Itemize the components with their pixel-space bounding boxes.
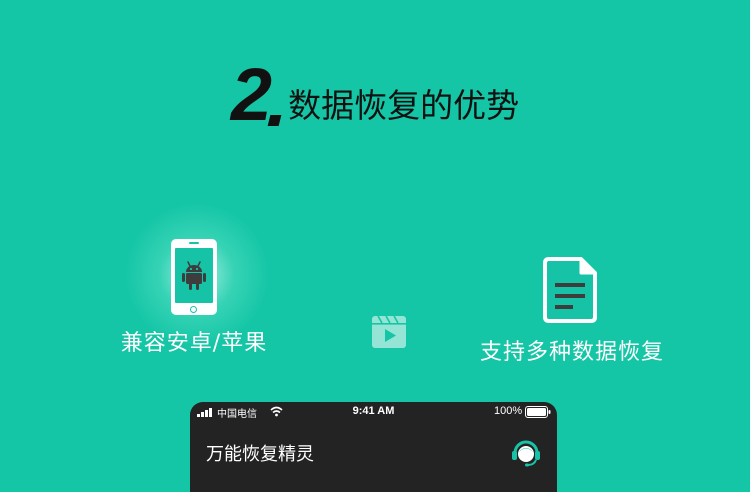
customer-service-icon[interactable]: [510, 436, 542, 468]
heading-title: 数据恢复的优势: [288, 86, 520, 125]
status-bar: 中国电信 9:41 AM 100%: [190, 402, 557, 422]
section-heading: 2 数据恢复的优势: [0, 53, 750, 136]
feature-data-types-label: 支持多种数据恢复: [479, 340, 664, 365]
feature-compatible-label: 兼容安卓/苹果: [120, 331, 268, 356]
heading-dot: [267, 115, 282, 126]
phone-speaker: [189, 242, 199, 244]
phone-home-button: [190, 306, 197, 313]
phone-screen: [175, 248, 213, 303]
android-phone-icon: [171, 239, 217, 315]
app-preview-panel: 中国电信 9:41 AM 100% 万能恢复精灵: [190, 402, 557, 492]
app-title: 万能恢复精灵: [206, 444, 314, 465]
battery-percent: 100%: [494, 405, 523, 417]
document-icon: [543, 257, 597, 323]
android-icon: [182, 261, 206, 290]
video-icon: [372, 315, 406, 348]
battery-icon: [525, 406, 551, 418]
heading-number: 2: [230, 53, 272, 136]
